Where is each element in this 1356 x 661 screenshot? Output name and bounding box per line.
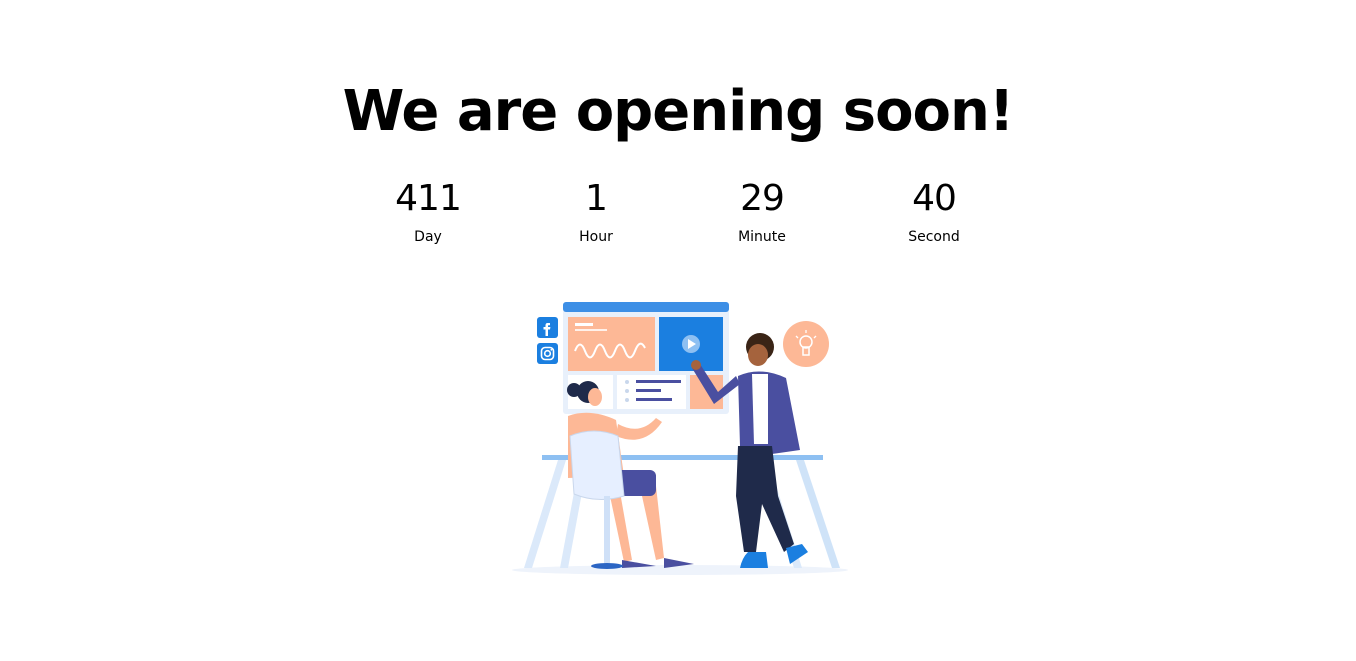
minutes-label: Minute xyxy=(738,229,786,245)
seconds-label: Second xyxy=(908,229,960,245)
days-value: 411 xyxy=(395,178,462,219)
countdown-timer: 411 Day 1 Hour 29 Minute 40 Second xyxy=(0,176,1356,256)
countdown-minutes: 29 Minute xyxy=(692,176,832,250)
lightbulb-icon xyxy=(783,321,829,367)
countdown-hours: 1 Hour xyxy=(526,176,666,250)
days-label: Day xyxy=(414,229,442,245)
team-meeting-illustration xyxy=(512,302,848,575)
countdown-seconds: 40 Second xyxy=(864,176,1004,250)
seconds-value: 40 xyxy=(912,178,957,219)
coming-soon-page: We are opening soon! 411 Day 1 Hour 29 M… xyxy=(0,0,1356,661)
countdown-days: 411 Day xyxy=(358,176,498,250)
instagram-icon xyxy=(537,343,558,364)
facebook-icon xyxy=(537,317,558,338)
minutes-value: 29 xyxy=(740,178,785,219)
hours-label: Hour xyxy=(579,229,613,245)
hours-value: 1 xyxy=(585,178,608,219)
page-title: We are opening soon! xyxy=(342,79,1015,144)
